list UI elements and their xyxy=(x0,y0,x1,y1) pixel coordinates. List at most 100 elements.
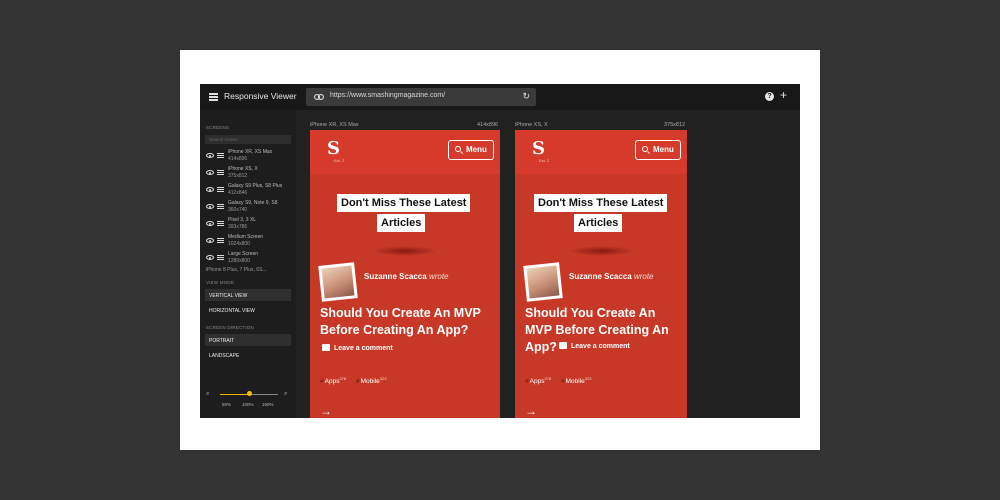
zoom-label-min: 50% xyxy=(222,402,232,407)
eye-icon[interactable] xyxy=(206,170,214,175)
author-avatar[interactable] xyxy=(318,262,358,302)
logo-subtitle: Est. 2 xyxy=(539,158,550,163)
device-name: iPhone XR, XS Max xyxy=(228,149,273,155)
device-item[interactable]: Large Screen 1280x800 xyxy=(206,251,294,267)
arrow-right-icon[interactable]: → xyxy=(525,404,537,418)
tag-count: 323 xyxy=(584,376,592,381)
device-item[interactable]: Pixel 3, 3 XL 393x786 xyxy=(206,217,294,233)
author-name[interactable]: Suzanne Scacca xyxy=(364,272,427,281)
section-heading-line1: Don't Miss These Latest xyxy=(337,194,471,212)
site-logo[interactable]: S xyxy=(532,140,546,158)
top-bar: Responsive Viewer https://www.smashingma… xyxy=(200,84,800,110)
zoom-control: ⌕ ⌕ 50% 100% 150% xyxy=(206,391,292,411)
section-heading-line1: Don't Miss These Latest xyxy=(534,194,668,212)
landscape-option[interactable]: LANDSCAPE xyxy=(205,349,291,361)
device-size: 414x896 xyxy=(228,156,248,162)
zoom-in-icon[interactable]: ⌕ xyxy=(284,391,287,398)
device-item[interactable]: iPhone XR, XS Max 414x896 xyxy=(206,149,294,165)
tag-count: 278 xyxy=(339,376,347,381)
screen-search-input[interactable]: Search screen xyxy=(205,135,291,144)
author-name[interactable]: Suzanne Scacca xyxy=(569,272,632,281)
device-item[interactable]: Galaxy S9 Plus, S8 Plus 412x846 xyxy=(206,183,294,199)
tag-apps[interactable]: #Apps278 xyxy=(320,376,346,385)
device-size: 360x740 xyxy=(228,207,248,213)
device-size: 393x786 xyxy=(228,224,248,230)
eye-icon[interactable] xyxy=(206,187,214,192)
device-name: Galaxy S9 Plus, S8 Plus xyxy=(228,183,283,189)
screens-heading: SCREENS xyxy=(206,125,230,130)
drag-handle-icon[interactable] xyxy=(217,204,224,210)
screen-direction-heading: SCREEN DIRECTION xyxy=(206,325,254,330)
link-icon xyxy=(314,94,324,100)
zoom-out-icon[interactable]: ⌕ xyxy=(206,391,209,398)
drag-handle-icon[interactable] xyxy=(217,153,224,159)
heading-shadow xyxy=(372,246,438,256)
zoom-label-max: 150% xyxy=(262,402,274,407)
url-bar[interactable]: https://www.smashingmagazine.com/ ↻ xyxy=(306,88,536,106)
device-size: 412x846 xyxy=(228,190,248,196)
eye-icon[interactable] xyxy=(206,204,214,209)
author-avatar[interactable] xyxy=(523,262,563,302)
refresh-icon[interactable]: ↻ xyxy=(522,91,530,102)
tag-mobile[interactable]: #Mobile323 xyxy=(561,376,591,385)
device-item[interactable]: Medium Screen 1024x800 xyxy=(206,234,294,250)
device-item[interactable]: Galaxy S9, Note 9, S8 360x740 xyxy=(206,200,294,216)
leave-comment-link[interactable]: Leave a comment xyxy=(559,342,630,350)
eye-icon[interactable] xyxy=(206,255,214,260)
menu-label: Menu xyxy=(653,145,674,154)
eye-icon[interactable] xyxy=(206,238,214,243)
site-menu-button[interactable]: Menu xyxy=(635,140,681,160)
device-item-partial[interactable]: iPhone 8 Plus, 7 Plus, 6S... xyxy=(206,267,267,273)
zoom-label-current: 100% xyxy=(242,402,254,407)
drag-handle-icon[interactable] xyxy=(217,221,224,227)
tag-mobile[interactable]: #Mobile323 xyxy=(356,376,386,385)
help-icon[interactable]: ? xyxy=(765,92,774,101)
article-title-line[interactable]: Before Creating An App? xyxy=(320,323,468,337)
device-size: 375x812 xyxy=(228,173,248,179)
site-menu-button[interactable]: Menu xyxy=(448,140,494,160)
device-name: Pixel 3, 3 XL xyxy=(228,217,257,223)
article-title-line[interactable]: Should You Create An xyxy=(525,306,655,320)
wrote-label: wrote xyxy=(428,272,449,281)
device-preview-1[interactable]: S Est. 2 Menu Don't Miss These Latest Ar… xyxy=(310,130,500,418)
drag-handle-icon[interactable] xyxy=(217,170,224,176)
url-input[interactable]: https://www.smashingmagazine.com/ xyxy=(330,92,445,99)
menu-label: Menu xyxy=(466,145,487,154)
site-logo[interactable]: S xyxy=(327,140,341,158)
portrait-option[interactable]: PORTRAIT xyxy=(205,334,291,346)
section-heading-line2: Articles xyxy=(574,214,623,232)
horizontal-view-option[interactable]: HORIZONTAL VIEW xyxy=(205,304,291,316)
device-item[interactable]: iPhone XS, X 375x812 xyxy=(206,166,294,182)
device-name: iPhone XS, X xyxy=(228,166,258,172)
comment-label: Leave a comment xyxy=(334,345,393,352)
zoom-slider-knob[interactable] xyxy=(246,391,252,396)
author-line: Suzanne Scacca wrote xyxy=(364,272,449,281)
site-header: S Est. 2 Menu xyxy=(310,130,500,174)
article-title-line[interactable]: MVP Before Creating An xyxy=(525,323,669,337)
drag-handle-icon[interactable] xyxy=(217,255,224,261)
eye-icon[interactable] xyxy=(206,221,214,226)
sidebar: SCREENS Search screen iPhone XR, XS Max … xyxy=(200,110,296,418)
preview-device-size: 414x896 xyxy=(477,122,499,128)
responsive-viewer-window: Responsive Viewer https://www.smashingma… xyxy=(200,84,800,418)
article-title-line[interactable]: App? xyxy=(525,340,557,354)
drag-handle-icon[interactable] xyxy=(217,187,224,193)
search-icon xyxy=(455,146,461,152)
hamburger-menu-icon[interactable] xyxy=(209,93,218,101)
tag-count: 278 xyxy=(544,376,552,381)
add-screen-icon[interactable]: + xyxy=(780,89,787,101)
eye-icon[interactable] xyxy=(206,153,214,158)
comment-icon xyxy=(559,342,567,349)
device-name: Galaxy S9, Note 9, S8 xyxy=(228,200,278,206)
vertical-view-option[interactable]: VERTICAL VIEW xyxy=(205,289,291,301)
article-title-line[interactable]: Should You Create An MVP xyxy=(320,306,481,320)
leave-comment-link[interactable]: Leave a comment xyxy=(322,344,393,352)
tag-apps[interactable]: #Apps278 xyxy=(525,376,551,385)
device-size: 1024x800 xyxy=(228,241,250,247)
view-mode-heading: VIEW MODE xyxy=(206,280,235,285)
arrow-right-icon[interactable]: → xyxy=(320,404,332,418)
drag-handle-icon[interactable] xyxy=(217,238,224,244)
search-icon xyxy=(642,146,648,152)
device-preview-2[interactable]: S Est. 2 Menu Don't Miss These Latest Ar… xyxy=(515,130,687,418)
tag-count: 323 xyxy=(379,376,387,381)
